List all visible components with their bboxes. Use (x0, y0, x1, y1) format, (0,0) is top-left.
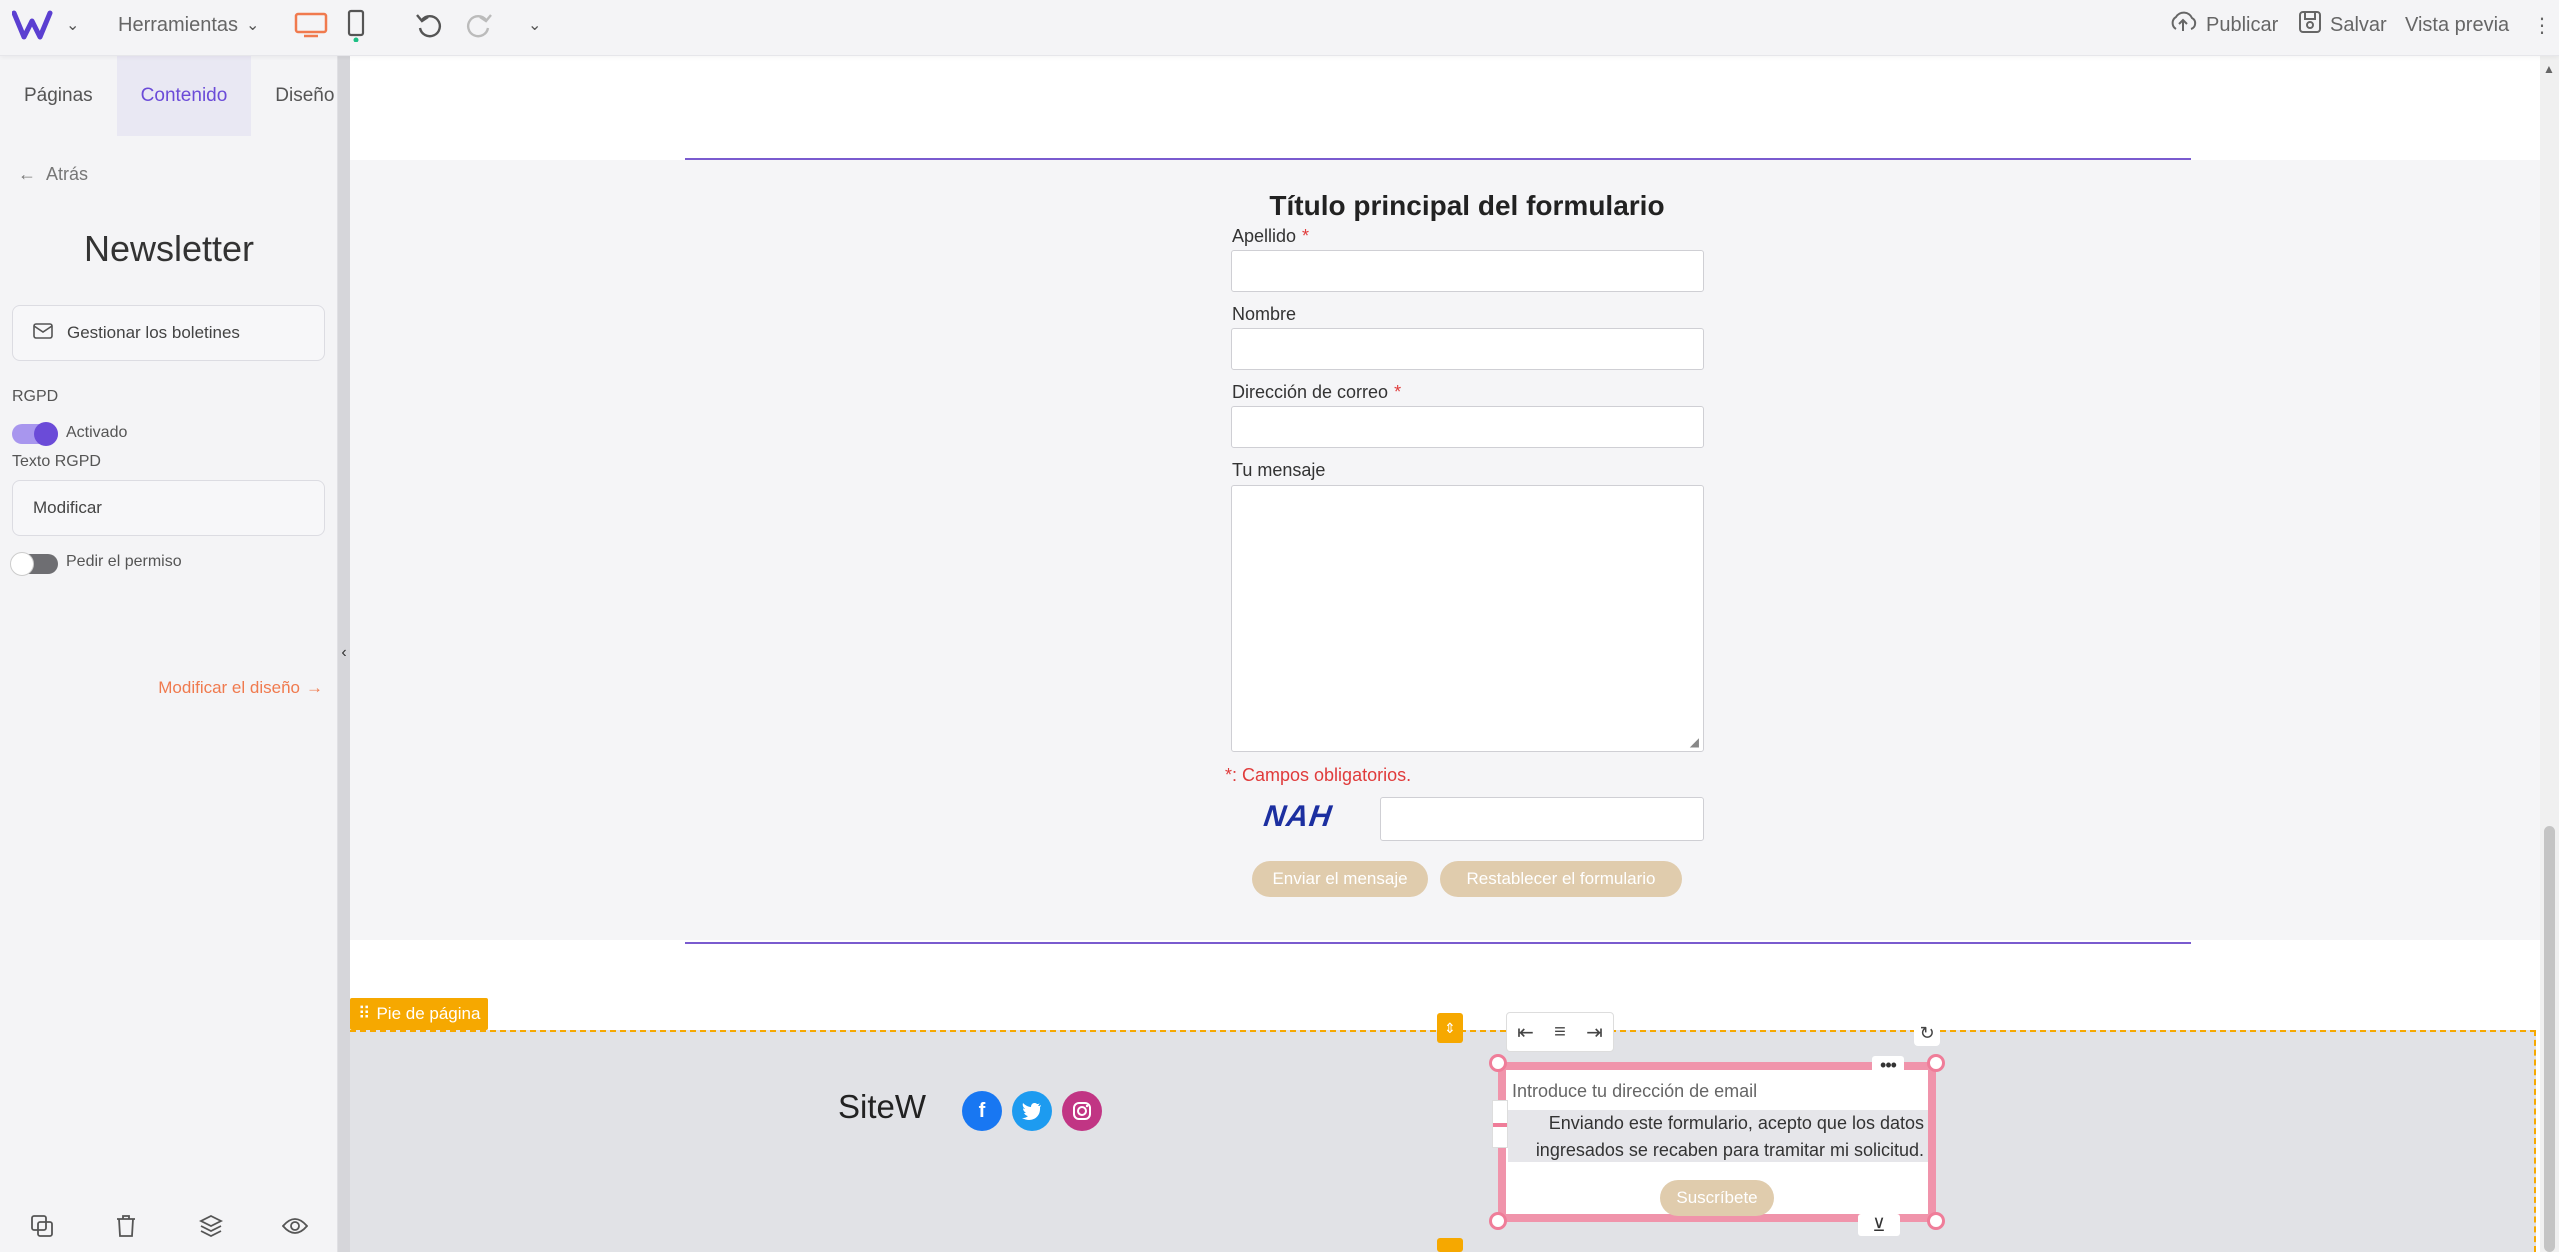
publish-button[interactable]: Publicar (2168, 0, 2278, 50)
insert-below-icon[interactable]: ⊻ (1858, 1214, 1900, 1236)
captcha-image: NAH (1261, 800, 1335, 833)
save-icon (2298, 10, 2322, 40)
resize-corner-bottom-right[interactable] (1927, 1212, 1945, 1230)
resize-grip-icon[interactable]: ◢ (1690, 735, 1699, 749)
required-fields-note: *: Campos obligatorios. (1225, 765, 1412, 785)
section-resize-handle-bottom[interactable] (1437, 1238, 1463, 1252)
design-link-label: Modificar el diseño (158, 678, 300, 697)
canvas-scrollbar[interactable]: ▲ (2540, 56, 2559, 1252)
back-label: Atrás (46, 164, 89, 184)
footer-section-tag[interactable]: ⠿ Pie de página (350, 998, 489, 1030)
firstname-input[interactable] (1231, 328, 1704, 370)
sidebar-tabs: Páginas Contenido Diseño (0, 56, 337, 136)
scroll-up-icon[interactable]: ▲ (2543, 62, 2555, 76)
chevron-down-icon[interactable]: ⌄ (66, 15, 79, 35)
layers-icon[interactable] (193, 1208, 229, 1244)
more-vertical-icon[interactable]: ⋮ (2532, 0, 2552, 50)
preview-label: Vista previa (2405, 13, 2510, 36)
top-toolbar: ⌄ Herramientas ⌄ ⌄ Publicar Salvar Vista… (0, 0, 2559, 56)
field-label-email: Dirección de correo * (1232, 382, 1402, 402)
mail-icon (33, 322, 53, 344)
reset-form-button[interactable]: Restablecer el formulario (1440, 861, 1682, 897)
arrow-right-icon: → (306, 678, 323, 697)
footer-tag-label: Pie de página (376, 1004, 481, 1023)
twitter-icon[interactable] (1012, 1091, 1052, 1131)
preview-button[interactable]: Vista previa (2405, 0, 2509, 50)
trash-icon[interactable] (108, 1208, 144, 1244)
tools-menu[interactable]: Herramientas ⌄ (118, 0, 259, 50)
tab-pages[interactable]: Páginas (0, 56, 117, 136)
send-message-button[interactable]: Enviar el mensaje (1252, 861, 1428, 897)
save-button[interactable]: Salvar (2298, 0, 2387, 50)
desktop-icon[interactable] (294, 0, 328, 50)
align-left-icon[interactable]: ⇤ (1517, 1020, 1534, 1045)
more-options-icon[interactable]: ••• (1872, 1055, 1904, 1075)
duplicate-icon[interactable] (24, 1208, 60, 1244)
field-label-lastname: Apellido * (1232, 226, 1310, 246)
permission-toggle[interactable] (10, 552, 58, 576)
sidebar-collapse-handle[interactable]: ‹ (338, 56, 350, 1252)
rgpd-toggle-label: Activado (66, 424, 128, 441)
chevron-down-icon[interactable]: ⌄ (520, 0, 541, 50)
field-label-message: Tu mensaje (1232, 460, 1326, 480)
subscribe-button[interactable]: Suscríbete (1660, 1180, 1774, 1216)
drag-handle-icon: ⠿ (358, 1004, 371, 1023)
back-link[interactable]: ← Atrás (18, 164, 88, 185)
manage-newsletters-button[interactable]: Gestionar los boletines (12, 305, 325, 361)
tools-label: Herramientas (118, 13, 239, 36)
section-resize-handle[interactable]: ⇕ (1437, 1013, 1463, 1043)
newsletter-consent-text: Enviando este formulario, acepto que los… (1508, 1110, 1928, 1162)
panel-title: Newsletter (83, 228, 255, 269)
undo-icon[interactable] (414, 0, 444, 50)
upload-icon (2168, 9, 2198, 41)
rgpd-text-label: Texto RGPD (12, 453, 101, 470)
scrollbar-thumb[interactable] (2544, 826, 2555, 1252)
newsletter-email-input[interactable]: Introduce tu dirección de email (1508, 1076, 1928, 1106)
lastname-input[interactable] (1231, 250, 1704, 292)
save-label: Salvar (2330, 13, 2387, 36)
resize-corner-top-right[interactable] (1927, 1054, 1945, 1072)
modify-design-link[interactable]: Modificar el diseño → (158, 678, 323, 698)
sidebar-panel: Páginas Contenido Diseño ← Atrás Newslet… (0, 56, 338, 1252)
facebook-icon[interactable]: f (962, 1091, 1002, 1131)
field-label-firstname: Nombre (1232, 304, 1297, 324)
side-resize-handle[interactable] (1492, 1100, 1508, 1148)
redo-icon[interactable] (464, 0, 494, 50)
publish-label: Publicar (2206, 13, 2279, 36)
arrow-left-icon: ← (18, 164, 36, 184)
chevron-down-icon: ⌄ (246, 17, 260, 34)
chevron-left-icon: ‹ (341, 644, 347, 661)
resize-corner-top-left[interactable] (1489, 1054, 1507, 1072)
rgpd-label: RGPD (12, 388, 59, 405)
rgpd-toggle[interactable] (12, 422, 58, 446)
modify-button[interactable]: Modificar (12, 480, 325, 536)
sidebar-bottom-toolbar (0, 1208, 338, 1248)
form-title: Título principal del formulario (1269, 190, 1665, 221)
site-name[interactable]: SiteW (838, 1088, 926, 1126)
email-input[interactable] (1231, 406, 1704, 448)
footer-area[interactable] (350, 1030, 2536, 1252)
message-textarea[interactable]: ◢ (1231, 485, 1704, 752)
mobile-icon[interactable] (346, 0, 366, 50)
align-center-icon[interactable]: ≡ (1554, 1021, 1566, 1044)
permission-label: Pedir el permiso (66, 553, 182, 570)
rotate-icon[interactable]: ↻ (1914, 1020, 1940, 1046)
resize-corner-bottom-left[interactable] (1489, 1212, 1507, 1230)
tab-content[interactable]: Contenido (116, 56, 252, 136)
instagram-icon[interactable] (1062, 1091, 1102, 1131)
manage-label: Gestionar los boletines (67, 323, 240, 342)
captcha-input[interactable] (1380, 797, 1704, 841)
align-right-icon[interactable]: ⇥ (1586, 1020, 1603, 1045)
alignment-toolbar: ⇤ ≡ ⇥ (1506, 1012, 1614, 1052)
sitew-logo-icon[interactable]: ⌄ (12, 0, 79, 50)
eye-icon[interactable] (277, 1208, 313, 1244)
